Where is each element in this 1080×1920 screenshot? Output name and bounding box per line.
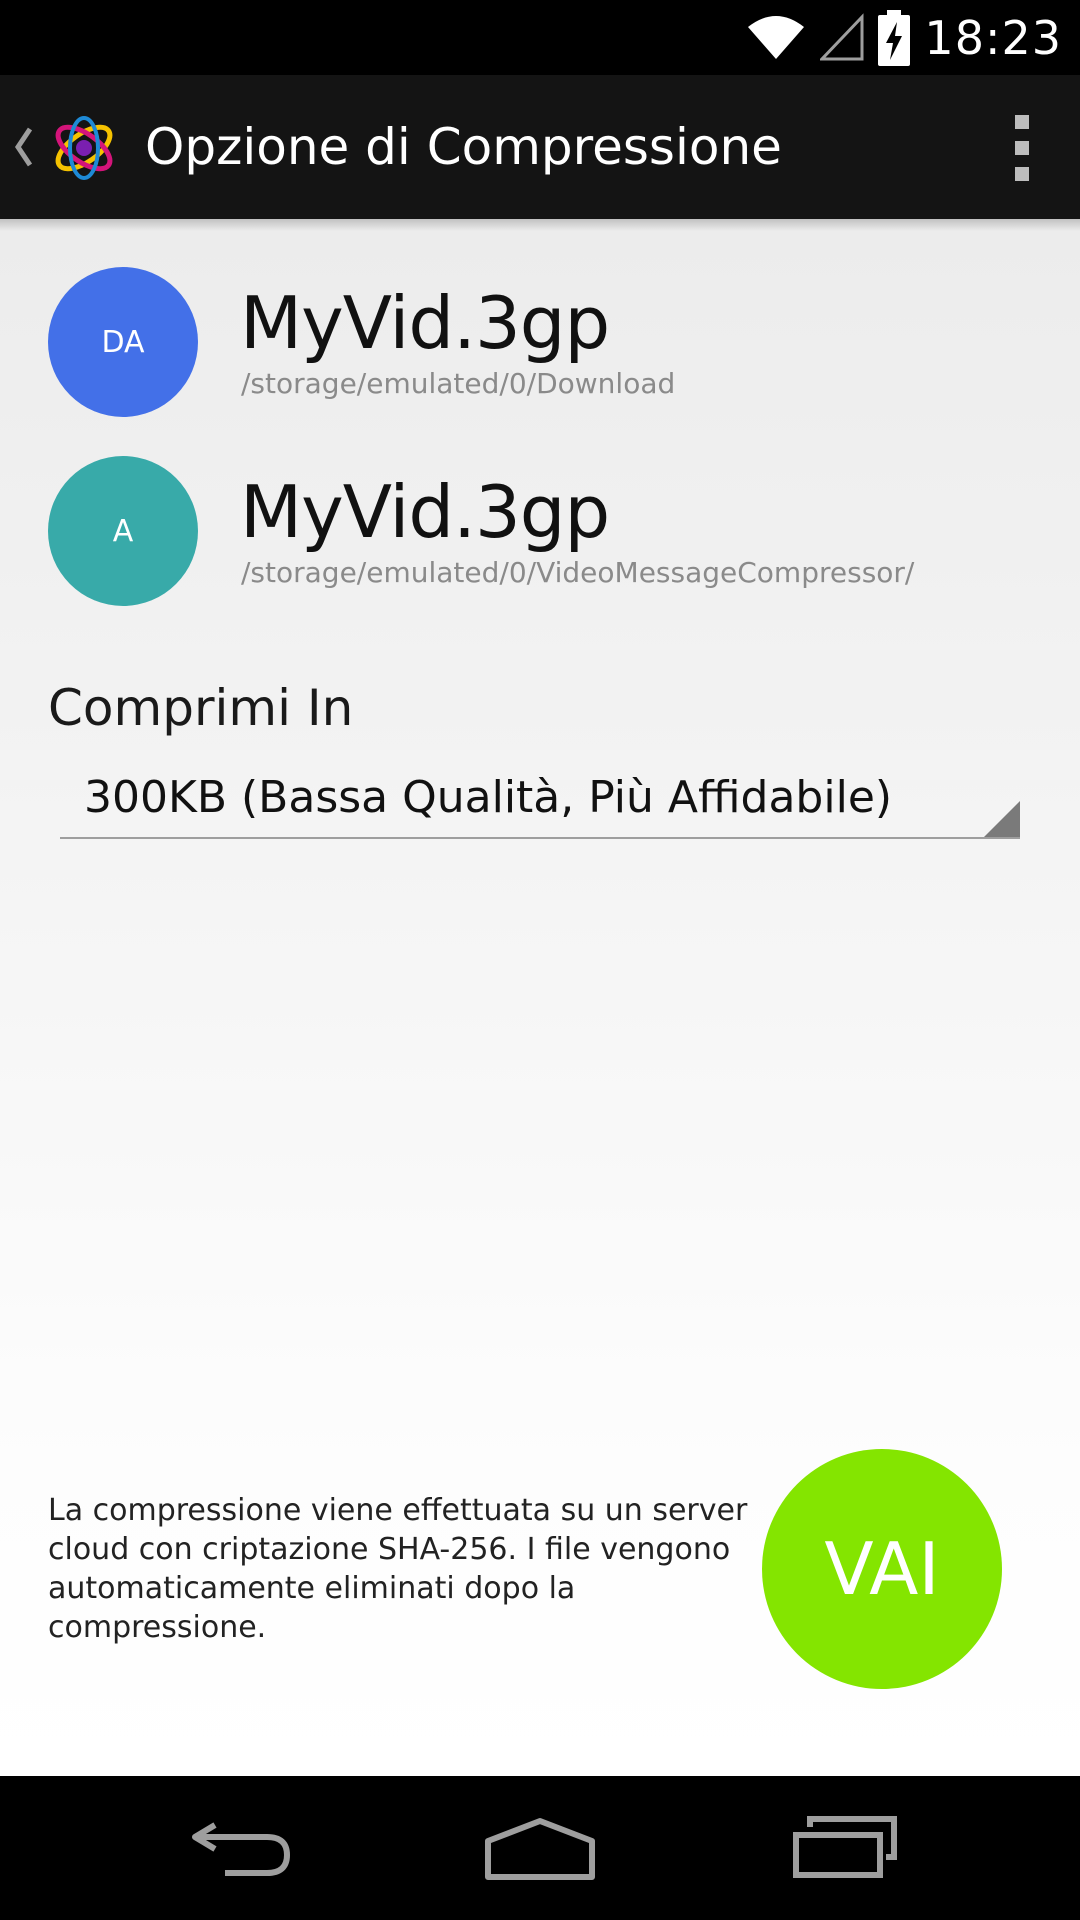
- destination-file-row: A MyVid.3gp /storage/emulated/0/VideoMes…: [0, 456, 1080, 606]
- recent-apps-icon[interactable]: [775, 1798, 915, 1898]
- destination-file-path: /storage/emulated/0/VideoMessageCompress…: [241, 556, 915, 589]
- navigation-bar: [0, 1776, 1080, 1920]
- destination-badge: A: [48, 456, 198, 606]
- overflow-dot: [1015, 141, 1029, 155]
- source-badge: DA: [48, 267, 198, 417]
- home-icon[interactable]: [470, 1798, 610, 1898]
- home-shape-icon: [485, 1818, 595, 1880]
- source-file-path: /storage/emulated/0/Download: [241, 367, 676, 400]
- action-bar: Opzione di Compressione: [0, 75, 1080, 219]
- back-arrow-icon: [192, 1822, 291, 1876]
- back-icon[interactable]: [170, 1798, 310, 1898]
- source-file-name: MyVid.3gp: [240, 281, 610, 365]
- compress-label: Comprimi In: [48, 679, 354, 737]
- battery-charging-icon: [878, 9, 911, 66]
- recent-apps-shape-icon: [793, 1816, 897, 1878]
- dropdown-selected-value: 300KB (Bassa Qualità, Più Affidabile): [84, 772, 893, 823]
- compression-size-dropdown[interactable]: 300KB (Bassa Qualità, Più Affidabile): [60, 759, 1020, 839]
- info-text: La compressione viene effettuata su un s…: [48, 1493, 748, 1645]
- dropdown-arrow-icon: [984, 801, 1020, 837]
- source-file-row: DA MyVid.3gp /storage/emulated/0/Downloa…: [0, 267, 1080, 417]
- destination-file-name: MyVid.3gp: [240, 470, 610, 554]
- status-bar: 18:23: [0, 0, 1080, 75]
- status-icons: 18:23: [746, 0, 1062, 75]
- overflow-dot: [1015, 167, 1029, 181]
- overflow-menu-icon[interactable]: [1004, 115, 1040, 181]
- main-content: DA MyVid.3gp /storage/emulated/0/Downloa…: [0, 219, 1080, 1776]
- page-title: Opzione di Compressione: [145, 118, 782, 176]
- action-bar-shadow: [0, 219, 1080, 231]
- status-time: 18:23: [924, 10, 1062, 65]
- go-button[interactable]: VAI: [762, 1449, 1002, 1689]
- back-caret-icon[interactable]: [10, 117, 36, 177]
- app-logo-icon[interactable]: [50, 110, 118, 184]
- signal-icon: [820, 12, 864, 60]
- overflow-dot: [1015, 115, 1029, 129]
- wifi-icon: [748, 15, 805, 59]
